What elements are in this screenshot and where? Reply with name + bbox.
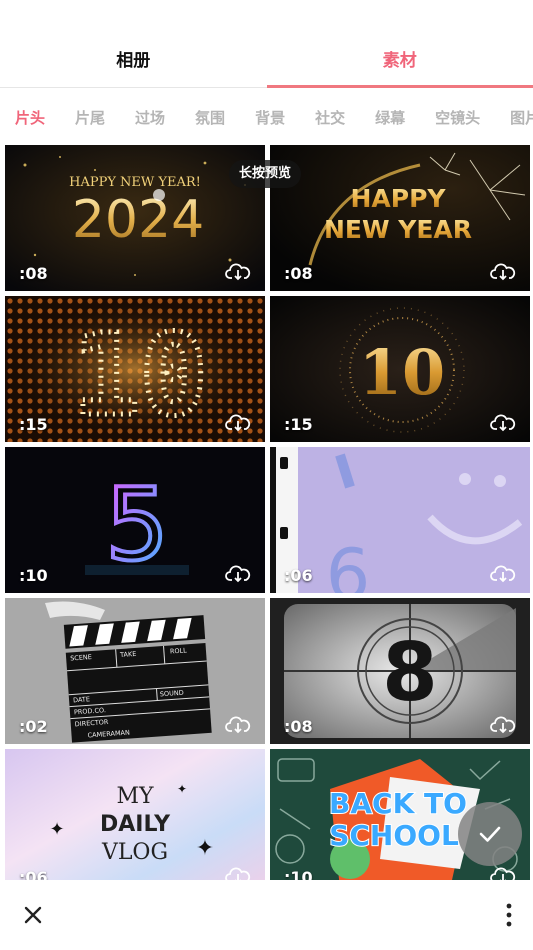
- tile-title: HAPPY NEW YEAR!: [69, 175, 201, 190]
- tab-album[interactable]: 相册: [0, 30, 267, 87]
- material-tile[interactable]: 8 :08: [270, 598, 530, 744]
- category-images[interactable]: 图片: [510, 107, 533, 128]
- category-atmosphere[interactable]: 氛围: [195, 107, 225, 128]
- material-tile[interactable]: MY DAILY VLOG ✦ ✦ ✦ :06: [5, 749, 265, 880]
- cloud-download-icon[interactable]: [490, 563, 516, 583]
- cloud-download-icon[interactable]: [225, 412, 251, 432]
- duration-label: :10: [284, 868, 313, 880]
- material-tile[interactable]: 10 :15: [5, 296, 265, 442]
- clapper-label: DATE: [73, 695, 90, 704]
- category-background[interactable]: 背景: [255, 107, 285, 128]
- duration-label: :08: [19, 264, 48, 283]
- material-tile[interactable]: SCENE TAKE ROLL DATE SOUND PROD.CO. DIRE…: [5, 598, 265, 744]
- cloud-download-icon[interactable]: [490, 865, 516, 880]
- top-tab-bar: 相册 素材: [0, 30, 533, 88]
- tile-big-text: NEW YEAR: [324, 215, 472, 244]
- category-transition[interactable]: 过场: [135, 107, 165, 128]
- cloud-download-icon[interactable]: [490, 412, 516, 432]
- more-vertical-icon[interactable]: [499, 900, 519, 930]
- bottom-bar: [0, 880, 533, 950]
- duration-label: :06: [19, 868, 48, 880]
- tile-line: DAILY: [100, 812, 171, 837]
- clapper-label: ROLL: [170, 646, 188, 655]
- material-tile[interactable]: 6 :06: [270, 447, 530, 593]
- tile-title: HAPPY: [350, 184, 446, 213]
- svg-text:✦: ✦: [49, 819, 64, 840]
- check-icon: [479, 826, 501, 842]
- category-empty-shot[interactable]: 空镜头: [435, 107, 480, 128]
- long-press-preview-tooltip: 长按预览: [229, 160, 302, 188]
- tile-line: VLOG: [101, 840, 168, 865]
- material-grid: HAPPY NEW YEAR! 2024 :08 HAPPY NEW YEAR …: [5, 145, 530, 880]
- tab-materials[interactable]: 素材: [266, 30, 533, 88]
- tile-line: BACK TO: [329, 787, 467, 820]
- tile-big-text: 8: [382, 626, 438, 719]
- category-outro[interactable]: 片尾: [75, 107, 105, 128]
- tile-line: SCHOOL: [329, 819, 459, 852]
- clapper-label: SOUND: [160, 689, 184, 699]
- duration-label: :10: [19, 566, 48, 585]
- close-icon[interactable]: [18, 900, 48, 930]
- duration-label: :15: [19, 415, 48, 434]
- duration-label: :02: [19, 717, 48, 736]
- tile-big-text: 2024: [72, 190, 204, 250]
- cloud-download-icon[interactable]: [225, 865, 251, 880]
- material-tile[interactable]: 10 :15: [270, 296, 530, 442]
- duration-label: :06: [284, 566, 313, 585]
- tile-line: MY: [116, 784, 154, 809]
- material-tile[interactable]: HAPPY NEW YEAR! 2024 :08: [5, 145, 265, 291]
- tile-big-text: 6: [326, 534, 371, 593]
- category-social[interactable]: 社交: [315, 107, 345, 128]
- category-tab-bar[interactable]: 片头 片尾 过场 氛围 背景 社交 绿幕 空镜头 图片: [0, 96, 533, 138]
- material-tile[interactable]: HAPPY NEW YEAR :08: [270, 145, 530, 291]
- cloud-download-icon[interactable]: [225, 261, 251, 281]
- duration-label: :08: [284, 717, 313, 736]
- cloud-download-icon[interactable]: [490, 261, 516, 281]
- cloud-download-icon[interactable]: [225, 714, 251, 734]
- tile-big-text: 10: [73, 311, 208, 441]
- clapper-label: TAKE: [119, 650, 137, 659]
- svg-text:✦: ✦: [177, 782, 187, 796]
- category-green-screen[interactable]: 绿幕: [375, 107, 405, 128]
- clapper-label: SCENE: [70, 653, 92, 662]
- material-tile[interactable]: 5 :10: [5, 447, 265, 593]
- cloud-download-icon[interactable]: [225, 563, 251, 583]
- cloud-download-icon[interactable]: [490, 714, 516, 734]
- duration-label: :15: [284, 415, 313, 434]
- tile-big-text: 10: [359, 336, 445, 409]
- tile-thumbnail: MY DAILY VLOG ✦ ✦ ✦: [5, 749, 265, 880]
- duration-label: :08: [284, 264, 313, 283]
- category-intro[interactable]: 片头: [15, 107, 45, 128]
- confirm-button[interactable]: [458, 802, 522, 866]
- svg-text:✦: ✦: [196, 836, 214, 861]
